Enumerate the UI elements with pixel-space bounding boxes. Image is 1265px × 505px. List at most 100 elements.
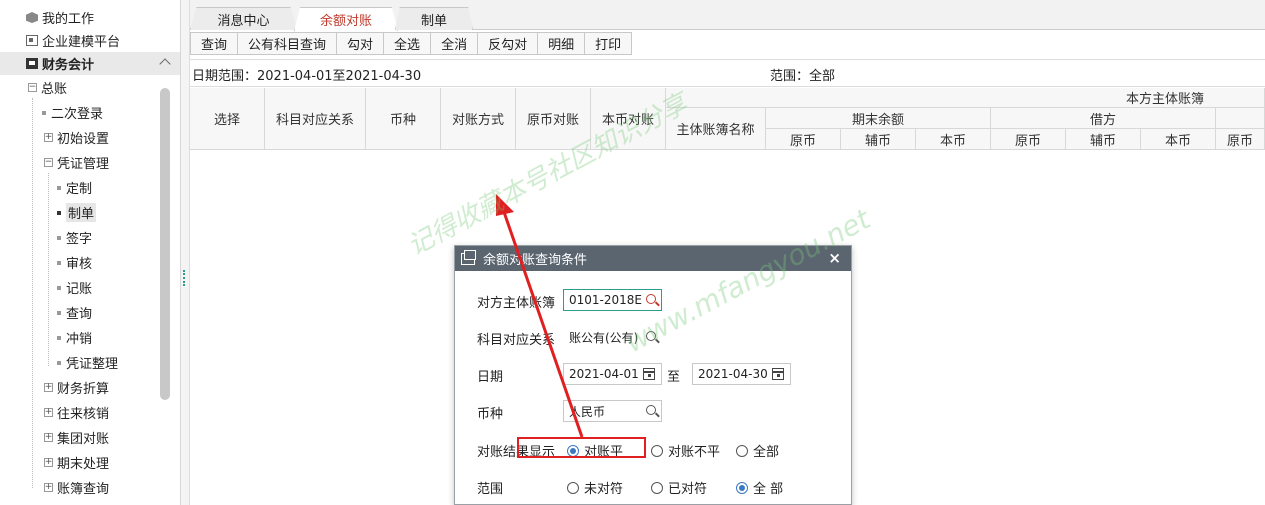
- col-local[interactable]: 本币: [1141, 129, 1216, 150]
- col-group-next: [1216, 108, 1265, 129]
- grid-header: 选择 科目对应关系 币种 对账方式 原币对账 本币对账 本方主体账簿 主体账簿名…: [190, 88, 1265, 150]
- currency-input[interactable]: 人民币: [563, 400, 662, 422]
- sidebar-item-period-end[interactable]: + 期末处理: [0, 451, 180, 474]
- search-icon[interactable]: [646, 405, 656, 415]
- calendar-icon[interactable]: [643, 368, 655, 380]
- scope-matched-radio[interactable]: 已对符: [651, 478, 707, 497]
- sidebar-item-voucher-management[interactable]: − 凭证管理: [0, 151, 180, 174]
- collapse-toggle-icon[interactable]: −: [44, 158, 53, 167]
- currency-label: 币种: [477, 407, 504, 422]
- radio-label: 未对符: [584, 482, 624, 497]
- counter-book-input[interactable]: 0101-2018E: [563, 289, 662, 311]
- radio-icon: [567, 481, 579, 494]
- col-auxiliary[interactable]: 辅币: [841, 129, 916, 150]
- calendar-icon[interactable]: [772, 368, 784, 380]
- radio-label: 对账不平: [668, 445, 721, 460]
- sidebar-item-currency-conversion[interactable]: + 财务折算: [0, 376, 180, 399]
- expand-toggle-icon[interactable]: +: [44, 433, 53, 442]
- tick-button[interactable]: 勾对: [336, 32, 385, 55]
- tab-message-center[interactable]: 消息中心: [190, 7, 297, 30]
- sidebar-item-label: 企业建模平台: [42, 35, 121, 50]
- col-select[interactable]: 选择: [190, 88, 265, 150]
- radio-label: 全 部: [753, 482, 784, 497]
- expand-toggle-icon[interactable]: +: [44, 483, 53, 492]
- date-to-separator: 至: [667, 370, 681, 385]
- scope-all-radio[interactable]: 全 部: [736, 478, 783, 497]
- scope-unmatched-radio[interactable]: 未对符: [567, 478, 623, 497]
- balance-recon-query-dialog: 余额对账查询条件 × 对方主体账簿 0101-2018E 科目对应关系 账公有(…: [454, 245, 852, 505]
- select-all-button[interactable]: 全选: [383, 32, 432, 55]
- col-subject-relation[interactable]: 科目对应关系: [265, 88, 366, 150]
- date-range-text: 日期范围：2021-04-01至2021-04-30: [192, 69, 422, 84]
- untick-button[interactable]: 反勾对: [477, 32, 539, 55]
- drag-handle-icon[interactable]: [183, 270, 185, 286]
- sidebar-item-financial-accounting[interactable]: 财务会计: [0, 52, 180, 75]
- radio-icon: [651, 444, 663, 457]
- col-recon-method[interactable]: 对账方式: [441, 88, 516, 150]
- radio-label: 全部: [753, 445, 780, 460]
- sidebar-item-label: 初始设置: [57, 132, 110, 147]
- sidebar-item-ledger-query[interactable]: + 账簿查询: [0, 476, 180, 499]
- deselect-all-button[interactable]: 全消: [430, 32, 479, 55]
- sidebar-item-enterprise-modeling[interactable]: 企业建模平台: [0, 29, 180, 52]
- sidebar-item-reverse[interactable]: 冲销: [0, 326, 180, 349]
- result-all-radio[interactable]: 全部: [736, 441, 779, 460]
- detail-button[interactable]: 明细: [537, 32, 586, 55]
- sidebar-item-label: 凭证整理: [66, 357, 119, 372]
- sidebar-item-label: 我的工作: [42, 12, 95, 27]
- sidebar-item-label: 冲销: [66, 332, 93, 347]
- sidebar-item-audit[interactable]: 审核: [0, 251, 180, 274]
- expand-toggle-icon[interactable]: +: [44, 458, 53, 467]
- collapse-toggle-icon[interactable]: −: [28, 83, 37, 92]
- window-icon: [461, 249, 476, 265]
- sidebar-item-my-work[interactable]: 我的工作: [0, 6, 180, 29]
- sidebar-item-label: 财务会计: [42, 58, 95, 73]
- col-original[interactable]: 原币: [991, 129, 1066, 150]
- col-local[interactable]: 本币: [916, 129, 991, 150]
- result-unbalanced-radio[interactable]: 对账不平: [651, 441, 720, 460]
- tab-balance-reconciliation[interactable]: 余额对账: [294, 7, 398, 31]
- sidebar-item-reconciliation[interactable]: + 往来核销: [0, 401, 180, 424]
- splitter[interactable]: [181, 0, 190, 505]
- date-from-input[interactable]: 2021-04-01: [563, 363, 662, 385]
- leaf-icon: [57, 260, 61, 265]
- expand-toggle-icon[interactable]: +: [44, 133, 53, 142]
- sidebar-item-group-reconciliation[interactable]: + 集团对账: [0, 426, 180, 449]
- sidebar-item-sign[interactable]: 签字: [0, 226, 180, 249]
- expand-toggle-icon[interactable]: +: [44, 383, 53, 392]
- annotation-highlight-box: [517, 437, 646, 458]
- date-to-input[interactable]: 2021-04-30: [692, 363, 791, 385]
- chevron-up-icon[interactable]: [159, 58, 171, 70]
- tab-label: 消息中心: [217, 13, 270, 29]
- col-currency[interactable]: 币种: [366, 88, 441, 150]
- wallet-icon: [26, 58, 38, 69]
- date-from-value: 2021-04-01: [569, 367, 639, 381]
- sidebar-item-customize[interactable]: 定制: [0, 176, 180, 199]
- sidebar-item-label: 审核: [66, 257, 93, 272]
- public-subject-query-button[interactable]: 公有科目查询: [237, 32, 338, 55]
- query-button[interactable]: 查询: [190, 32, 239, 55]
- sidebar-item-make-voucher[interactable]: 制单: [0, 201, 180, 224]
- print-button[interactable]: 打印: [584, 32, 633, 55]
- sidebar-item-label: 往来核销: [57, 407, 110, 422]
- filter-bar: 日期范围：2021-04-01至2021-04-30 范围：全部: [190, 59, 1265, 87]
- sidebar-scrollbar[interactable]: [160, 88, 170, 400]
- leaf-icon: [42, 110, 46, 115]
- col-debit: 借方: [991, 108, 1216, 129]
- sidebar-item-second-login[interactable]: 二次登录: [0, 101, 180, 124]
- tab-label: 制单: [420, 13, 447, 29]
- leaf-icon: [57, 335, 61, 340]
- sidebar-item-general-ledger[interactable]: − 总账: [0, 76, 180, 99]
- expand-toggle-icon[interactable]: +: [44, 408, 53, 417]
- sidebar-item-query[interactable]: 查询: [0, 301, 180, 324]
- col-auxiliary[interactable]: 辅币: [1066, 129, 1141, 150]
- col-original[interactable]: 原币: [766, 129, 841, 150]
- sidebar-item-label: 查询: [66, 307, 93, 322]
- search-icon[interactable]: [646, 294, 656, 304]
- date-label: 日期: [477, 370, 504, 385]
- sidebar-item-post[interactable]: 记账: [0, 276, 180, 299]
- tab-make-voucher[interactable]: 制单: [395, 7, 473, 30]
- sidebar-item-initial-settings[interactable]: + 初始设置: [0, 126, 180, 149]
- col-original[interactable]: 原币: [1216, 129, 1265, 150]
- sidebar-item-voucher-organize[interactable]: 凭证整理: [0, 351, 180, 374]
